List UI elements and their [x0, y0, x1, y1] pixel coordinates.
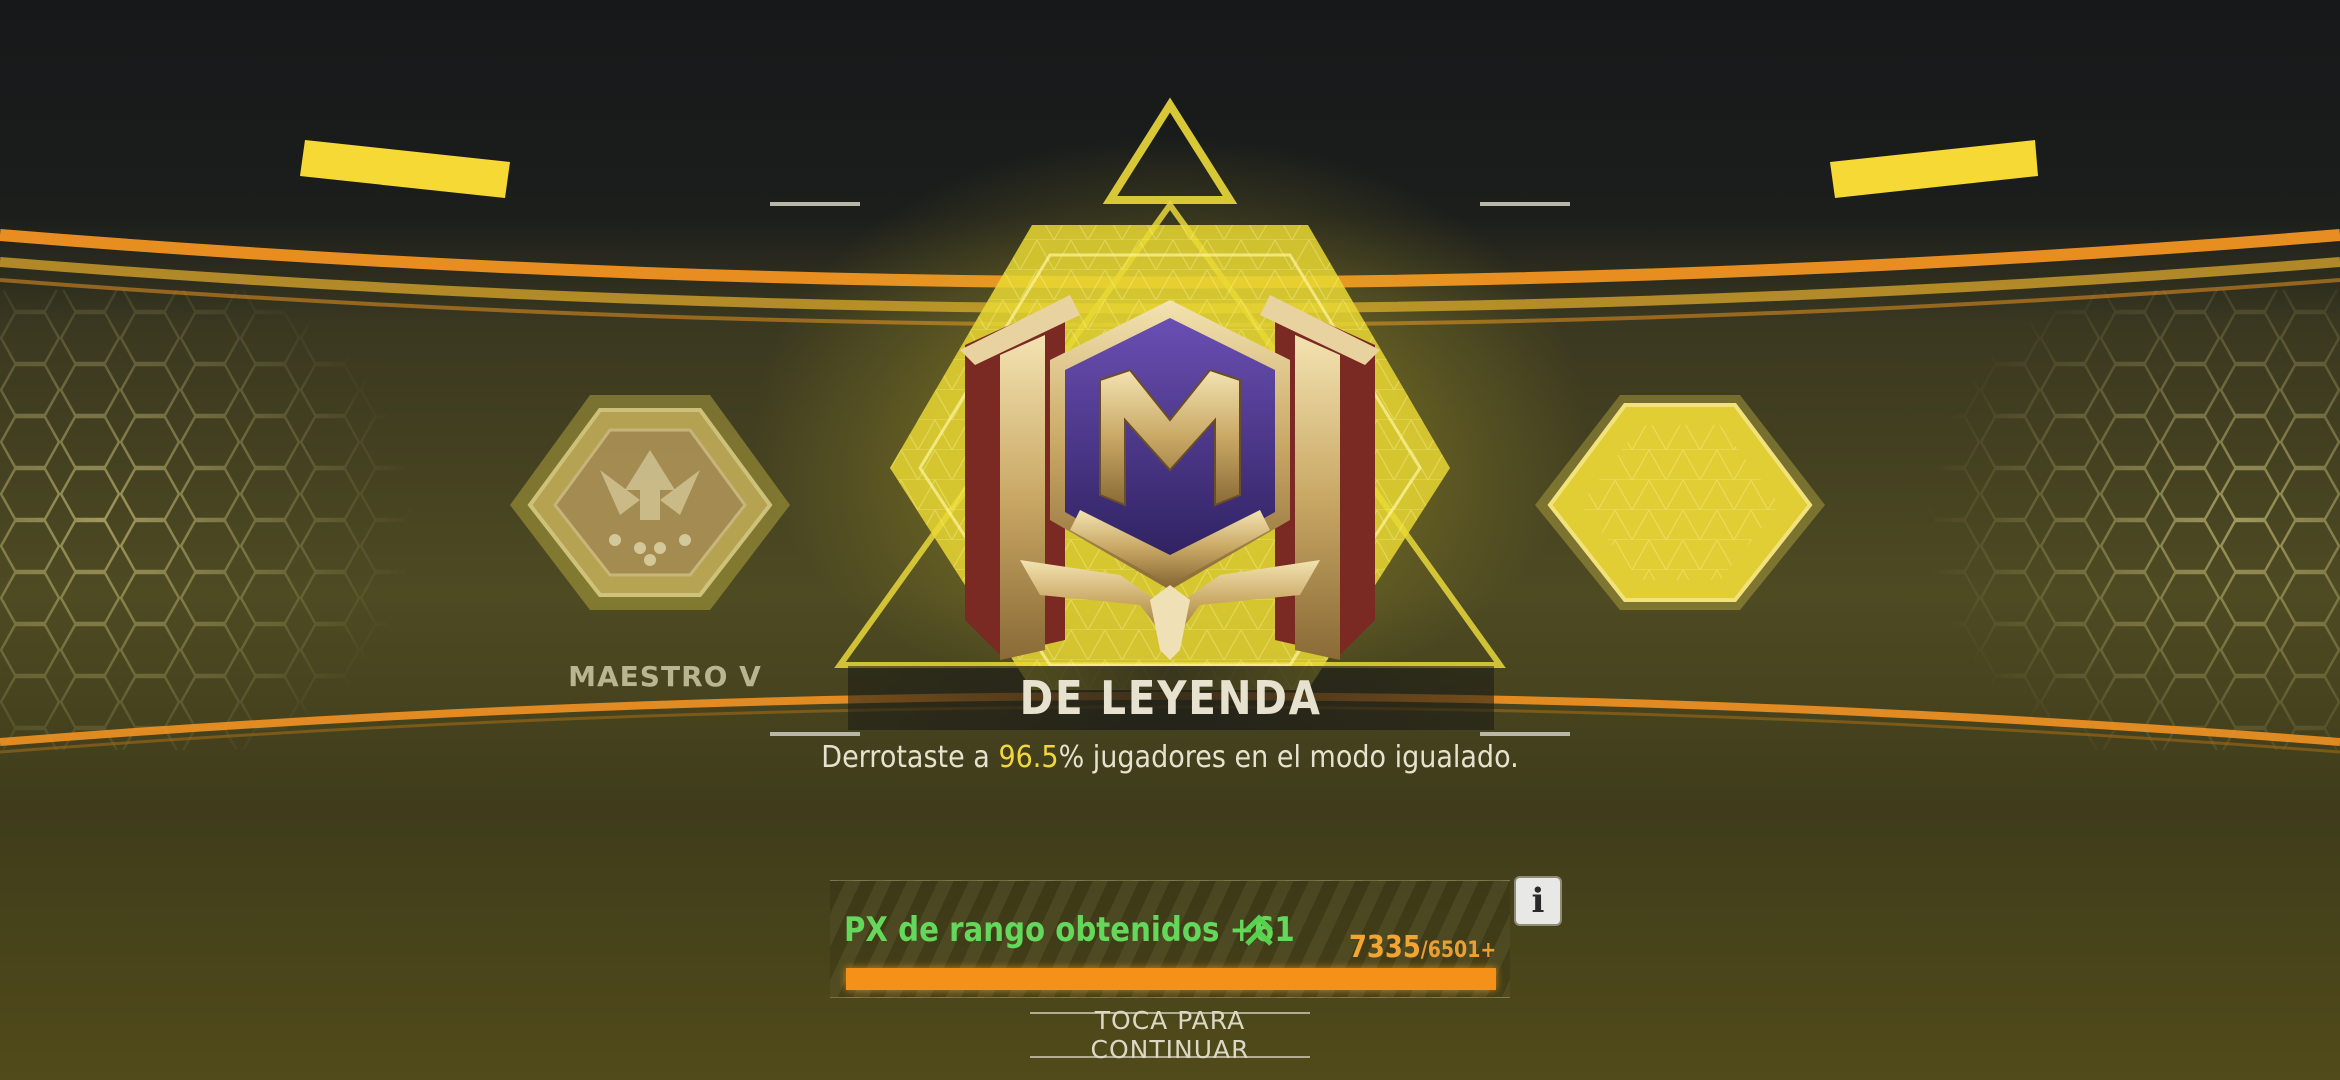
- previous-rank-label: MAESTRO V: [568, 660, 762, 693]
- info-icon: i: [1531, 881, 1545, 921]
- info-button[interactable]: i: [1516, 878, 1560, 924]
- xp-current: 7335: [1348, 930, 1421, 965]
- legendary-rank-emblem-icon: [960, 295, 1380, 660]
- result-summary: Derrotaste a 96.5% jugadores en el modo …: [747, 740, 1593, 775]
- tap-to-continue-button[interactable]: TOCA PARA CONTINUAR: [1020, 1006, 1320, 1064]
- xp-progress-track: [846, 968, 1496, 990]
- xp-separator: /: [1420, 938, 1428, 963]
- xp-max: 6501+: [1427, 938, 1496, 963]
- rank-title: DE LEYENDA: [1019, 671, 1323, 725]
- rank-title-bar: DE LEYENDA: [848, 666, 1494, 730]
- double-chevron-up-icon: [1245, 914, 1273, 946]
- result-prefix: Derrotaste a: [821, 740, 999, 775]
- result-percent: 96.5: [998, 740, 1059, 775]
- xp-gained-label: PX de rango obtenidos +61: [844, 910, 1295, 950]
- result-suffix: % jugadores en el modo igualado.: [1058, 740, 1519, 775]
- xp-progress-fill: [846, 968, 1496, 990]
- continue-label: TOCA PARA CONTINUAR: [1090, 1006, 1250, 1064]
- xp-counter: 7335/6501+: [1349, 930, 1496, 965]
- rank-xp-panel: PX de rango obtenidos +61 7335/6501+: [830, 880, 1510, 998]
